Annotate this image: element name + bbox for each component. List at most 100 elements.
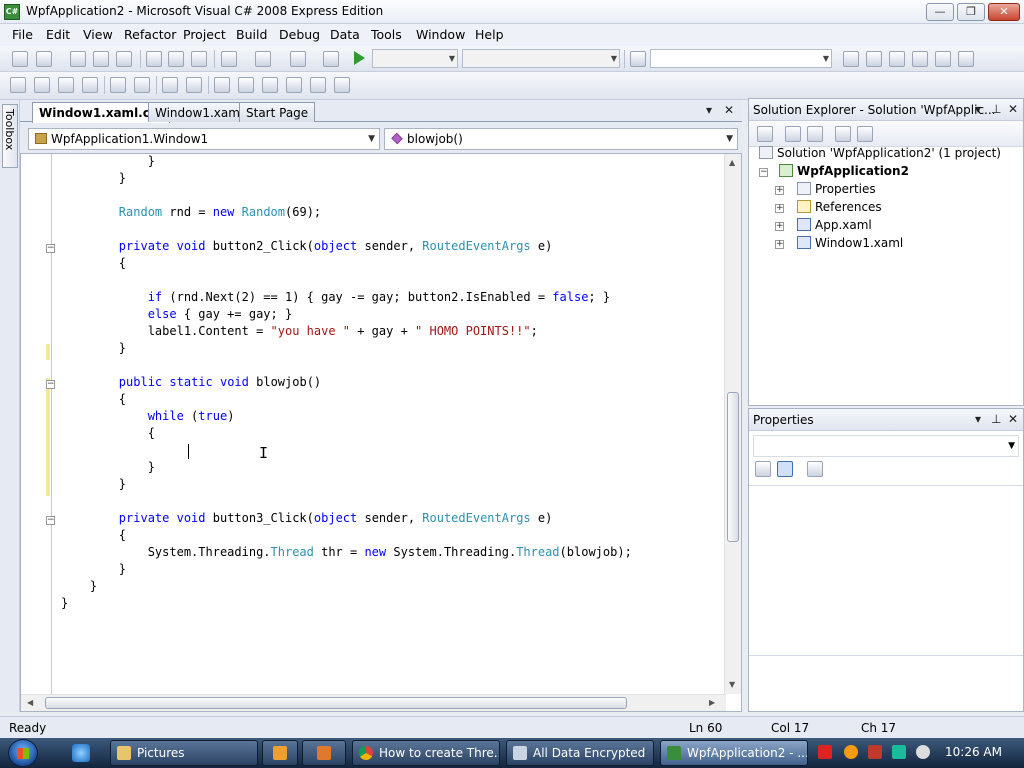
display-quick-info-icon[interactable] [58, 77, 74, 93]
collapse-region-icon[interactable]: − [46, 244, 55, 253]
editor-horizontal-scrollbar[interactable]: ◀ ▶ [21, 694, 726, 711]
menu-project[interactable]: Project [183, 27, 226, 42]
network-tray-icon[interactable] [892, 745, 906, 759]
collapse-region-icon[interactable]: − [46, 516, 55, 525]
redo-icon[interactable] [255, 51, 271, 67]
save-all-icon[interactable] [116, 51, 132, 67]
menu-edit[interactable]: Edit [46, 27, 70, 42]
tree-solution-node[interactable]: Solution 'WpfApplication2' (1 project) [759, 146, 1001, 160]
close-button[interactable]: ✕ [988, 3, 1020, 21]
find-in-files-icon[interactable] [630, 51, 646, 67]
refresh-icon[interactable] [807, 126, 823, 142]
tree-item-properties[interactable]: Properties [797, 182, 876, 196]
start-debugging-icon[interactable] [354, 51, 365, 65]
object-browser-icon[interactable] [912, 51, 928, 67]
member-navigation-combo[interactable]: blowjob() ▼ [384, 128, 738, 150]
find-combo[interactable]: ▼ [650, 49, 832, 68]
solution-configuration-combo[interactable]: ▼ [372, 49, 458, 68]
previous-bookmark-folder-icon[interactable] [286, 77, 302, 93]
decrease-indent-icon[interactable] [110, 77, 126, 93]
expand-node-icon[interactable]: + [775, 186, 784, 195]
toggle-bookmark-icon[interactable] [214, 77, 230, 93]
taskbar-button-pictures[interactable]: Pictures [110, 740, 258, 766]
start-button[interactable] [8, 739, 38, 767]
menu-refactor[interactable]: Refactor [124, 27, 176, 42]
taskbar-button-app[interactable] [302, 740, 346, 766]
taskbar-button-wpfapplication2[interactable]: WpfApplication2 - ... [660, 740, 808, 766]
taskbar-button-media[interactable] [262, 740, 298, 766]
antivirus-tray-icon[interactable] [818, 745, 832, 759]
increase-indent-icon[interactable] [134, 77, 150, 93]
auto-hide-pin-icon[interactable]: ⊥ [991, 102, 1001, 116]
save-icon[interactable] [93, 51, 109, 67]
menu-view[interactable]: View [83, 27, 113, 42]
solution-explorer-icon[interactable] [866, 51, 882, 67]
close-panel-icon[interactable]: ✕ [1008, 412, 1018, 426]
navigate-forward-icon[interactable] [323, 51, 339, 67]
uncomment-lines-icon[interactable] [186, 77, 202, 93]
open-folder-icon[interactable] [70, 51, 86, 67]
scroll-up-icon[interactable]: ▲ [729, 158, 735, 167]
window-position-dropdown-icon[interactable]: ▾ [975, 412, 981, 426]
class-navigation-combo[interactable]: WpfApplication1.Window1 ▼ [28, 128, 380, 150]
expand-node-icon[interactable]: + [775, 222, 784, 231]
taskbar-button-chrome[interactable]: How to create Thre... [352, 740, 500, 766]
taskbar-clock[interactable]: 10:26 AM [945, 745, 1002, 759]
navigate-backward-icon[interactable] [290, 51, 306, 67]
window-position-dropdown-icon[interactable]: ▾ [975, 102, 981, 116]
find-icon[interactable] [843, 51, 859, 67]
volume-tray-icon[interactable] [916, 745, 930, 759]
scroll-left-icon[interactable]: ◀ [27, 698, 33, 707]
view-code-icon[interactable] [835, 126, 851, 142]
vertical-scroll-thumb[interactable] [727, 392, 739, 542]
solution-platform-combo[interactable]: ▼ [462, 49, 620, 68]
menu-data[interactable]: Data [330, 27, 360, 42]
add-item-icon[interactable] [36, 51, 52, 67]
tab-window1-xaml[interactable]: Window1.xaml [148, 102, 251, 122]
view-designer-icon[interactable] [857, 126, 873, 142]
scroll-right-icon[interactable]: ▶ [709, 698, 715, 707]
tab-start-page[interactable]: Start Page [239, 102, 316, 122]
show-all-files-icon[interactable] [785, 126, 801, 142]
tree-item-references[interactable]: References [797, 200, 882, 214]
display-parameter-info-icon[interactable] [34, 77, 50, 93]
menu-file[interactable]: File [12, 27, 33, 42]
menu-help[interactable]: Help [475, 27, 504, 42]
previous-bookmark-icon[interactable] [238, 77, 254, 93]
internet-explorer-icon[interactable] [72, 744, 90, 762]
undo-icon[interactable] [221, 51, 237, 67]
new-project-icon[interactable] [12, 51, 28, 67]
horizontal-scroll-thumb[interactable] [45, 697, 627, 709]
display-object-member-list-icon[interactable] [10, 77, 26, 93]
expand-node-icon[interactable]: + [775, 240, 784, 249]
menu-window[interactable]: Window [416, 27, 465, 42]
cut-icon[interactable] [146, 51, 162, 67]
code-editor[interactable]: − − − } } Random rnd = new Random(69); p… [20, 153, 742, 712]
menu-build[interactable]: Build [236, 27, 267, 42]
scroll-down-icon[interactable]: ▼ [729, 680, 735, 689]
close-panel-icon[interactable]: ✕ [1008, 102, 1018, 116]
active-files-dropdown-icon[interactable]: ▾ [706, 103, 712, 117]
auto-hide-pin-icon[interactable]: ⊥ [991, 412, 1001, 426]
menu-debug[interactable]: Debug [279, 27, 320, 42]
expand-node-icon[interactable]: + [775, 204, 784, 213]
display-word-completion-icon[interactable] [82, 77, 98, 93]
properties-icon[interactable] [757, 126, 773, 142]
alphabetical-icon[interactable] [777, 461, 793, 477]
paste-icon[interactable] [191, 51, 207, 67]
copy-icon[interactable] [168, 51, 184, 67]
clear-bookmarks-icon[interactable] [334, 77, 350, 93]
toolbox-icon[interactable] [935, 51, 951, 67]
next-bookmark-folder-icon[interactable] [310, 77, 326, 93]
toolbox-tab[interactable]: Toolbox [2, 104, 18, 168]
tree-project-node[interactable]: WpfApplication2 [779, 164, 909, 178]
property-pages-icon[interactable] [807, 461, 823, 477]
editor-vertical-scrollbar[interactable]: ▲ ▼ [724, 154, 741, 694]
properties-window-icon[interactable] [889, 51, 905, 67]
categorized-icon[interactable] [755, 461, 771, 477]
object-selector-combo[interactable]: ▼ [753, 435, 1019, 457]
collapse-region-icon[interactable]: − [46, 380, 55, 389]
taskbar-button-all-data-encrypted[interactable]: All Data Encrypted [506, 740, 654, 766]
close-document-icon[interactable]: ✕ [724, 103, 734, 117]
tray-app-icon[interactable] [868, 745, 882, 759]
